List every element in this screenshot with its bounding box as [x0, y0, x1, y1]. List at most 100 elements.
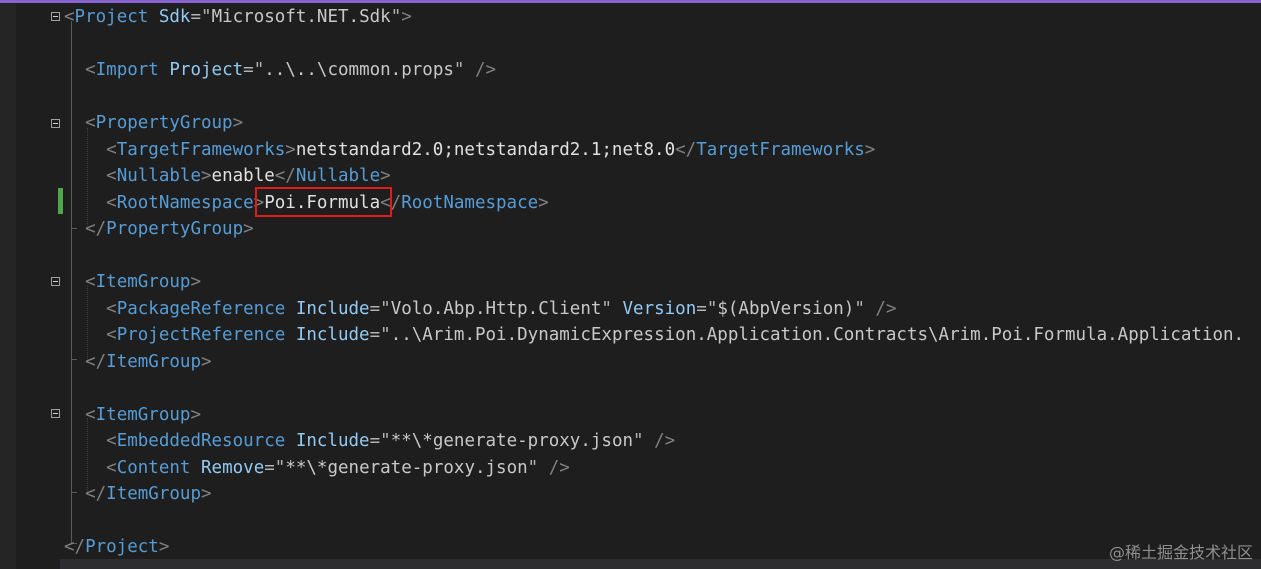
- collapse-propertygroup-icon[interactable]: [51, 119, 60, 128]
- code-token: ": [390, 7, 402, 27]
- code-token: PropertyGroup: [95, 113, 233, 133]
- code-token: enable: [211, 166, 275, 186]
- code-line[interactable]: <ItemGroup>: [64, 269, 201, 295]
- code-token: >: [190, 272, 201, 292]
- collapse-itemgroup-icon[interactable]: [51, 409, 60, 418]
- code-editor[interactable]: <Project Sdk="Microsoft.NET.Sdk"> <Impor…: [0, 3, 1261, 569]
- code-token: <: [106, 325, 117, 345]
- code-token: Include: [295, 431, 370, 451]
- code-line[interactable]: <Content Remove="**\*generate-proxy.json…: [64, 455, 570, 481]
- code-line[interactable]: <ItemGroup>: [64, 402, 201, 428]
- code-token: ItemGroup: [95, 404, 191, 425]
- code-line[interactable]: <EmbeddedResource Include="**\*generate-…: [64, 428, 675, 454]
- editor-gutter: [16, 3, 77, 569]
- code-token: Nullable: [116, 166, 201, 186]
- code-token: =: [190, 7, 202, 27]
- code-token: PackageReference: [116, 298, 286, 319]
- code-token: >: [200, 351, 212, 372]
- code-token: >: [380, 166, 391, 186]
- code-line[interactable]: <Project Sdk="Microsoft.NET.Sdk">: [64, 4, 412, 30]
- code-token: >: [190, 404, 201, 425]
- code-token: </: [274, 166, 296, 186]
- code-token: ..\..\common.props: [264, 60, 454, 80]
- code-token: <: [106, 298, 117, 319]
- code-line[interactable]: <PackageReference Include = " Volo.Abp.Http…: [64, 296, 897, 322]
- code-token: Remove: [201, 457, 265, 478]
- code-line[interactable]: <ProjectReference Include="..\Arim.Poi.D…: [64, 322, 1244, 348]
- code-line[interactable]: <TargetFrameworks>netstandard2.0;netstan…: [64, 137, 875, 163]
- code-line[interactable]: <Nullable>enable</Nullable>: [64, 163, 391, 189]
- code-token: =: [369, 431, 381, 451]
- code-token: ..\Arim.Poi.DynamicExpression.Applicatio…: [390, 325, 1245, 345]
- code-token: </: [85, 484, 107, 504]
- code-token: </: [85, 219, 107, 239]
- code-token: >: [201, 166, 212, 186]
- code-token: =: [369, 325, 381, 345]
- code-token: </: [85, 351, 107, 372]
- code-token: PropertyGroup: [106, 219, 244, 239]
- code-token: <: [85, 60, 96, 80]
- code-line[interactable]: </Project>: [64, 534, 169, 560]
- code-line[interactable]: <Import Project="..\..\common.props" />: [64, 57, 496, 83]
- code-token: ItemGroup: [106, 484, 201, 504]
- code-token: Content: [116, 457, 191, 478]
- code-line[interactable]: </ItemGroup>: [64, 481, 212, 507]
- code-token: **\*generate-proxy.json: [285, 457, 528, 478]
- code-token: <: [106, 166, 117, 186]
- code-token: RootNamespace: [401, 192, 539, 213]
- code-token: Include: [295, 325, 370, 345]
- code-token: Nullable: [295, 166, 381, 186]
- code-token: **\*generate-proxy.json: [390, 431, 634, 451]
- code-token: ": [854, 298, 865, 319]
- code-token: >: [200, 484, 212, 504]
- code-area[interactable]: <Project Sdk="Microsoft.NET.Sdk"> <Impor…: [64, 3, 1261, 569]
- code-token: <: [106, 139, 117, 160]
- code-token: >: [158, 537, 170, 557]
- code-token: />: [875, 298, 897, 319]
- code-token: </: [64, 537, 86, 557]
- watermark-text: @稀土掘金技术社区: [1108, 543, 1253, 562]
- code-token: ": [253, 60, 265, 80]
- code-token: ProjectReference: [116, 325, 286, 345]
- code-token: EmbeddedResource: [116, 431, 286, 451]
- code-token: />: [548, 457, 570, 478]
- code-token: Version: [622, 298, 697, 319]
- code-token: >: [538, 192, 549, 213]
- code-token: =: [243, 60, 254, 80]
- code-token: >: [243, 219, 254, 239]
- editor-left-margin: [0, 3, 16, 569]
- code-token: =: [696, 298, 707, 319]
- code-token: $(AbpVersion): [717, 298, 855, 319]
- change-indicator: [58, 188, 63, 214]
- code-line[interactable]: </ItemGroup>: [64, 349, 212, 375]
- code-token: Import: [95, 60, 159, 80]
- collapse-itemgroup-icon[interactable]: [51, 277, 60, 286]
- collapse-project-icon[interactable]: [51, 12, 60, 21]
- code-token: RootNamespace: [116, 192, 254, 213]
- code-token: ": [380, 431, 391, 451]
- code-line[interactable]: <PropertyGroup>: [64, 110, 243, 136]
- horizontal-scrollbar[interactable]: [60, 559, 1261, 569]
- code-token: <: [85, 404, 96, 425]
- code-token: Include: [295, 298, 370, 319]
- code-token: Volo.Abp.Http.Client: [390, 298, 602, 319]
- code-line[interactable]: </PropertyGroup>: [64, 216, 254, 242]
- code-token: <: [85, 272, 96, 292]
- code-token: Project: [169, 60, 244, 80]
